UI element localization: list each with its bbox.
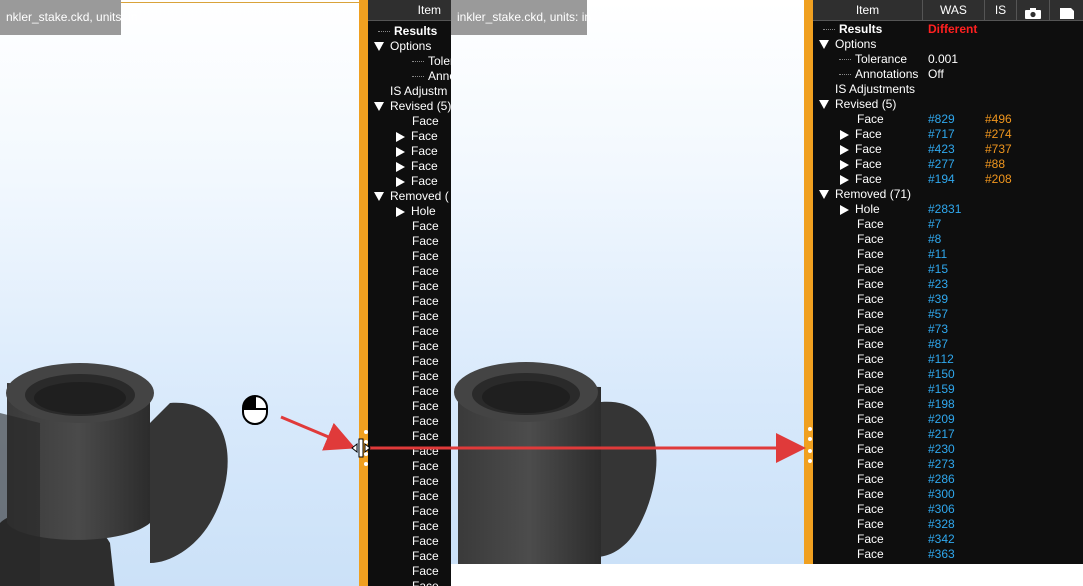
resize-cursor-icon <box>351 438 371 458</box>
annotation-arrows <box>280 415 806 463</box>
